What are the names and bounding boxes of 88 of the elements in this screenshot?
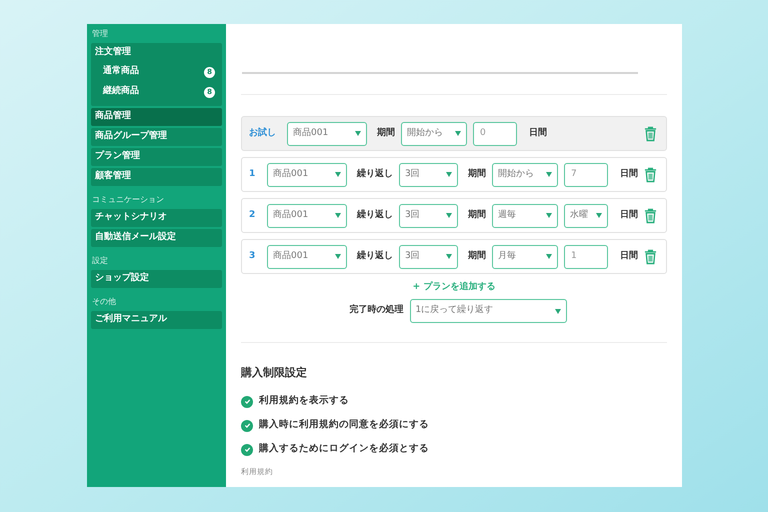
sidebar-item[interactable]: 商品グループ管理 — [91, 128, 222, 146]
plan-number: お試し — [249, 126, 277, 140]
input-field[interactable]: 7 — [564, 162, 608, 186]
plan-number: 1 — [249, 168, 256, 181]
sidebar-item[interactable]: ご利用マニュアル — [91, 311, 222, 329]
trash-icon[interactable] — [644, 126, 657, 142]
trash-icon[interactable] — [644, 166, 657, 182]
field-label: 日間 — [620, 168, 638, 181]
select-value: 商品001 — [273, 250, 308, 263]
section-heading: 購入制限設定 — [241, 365, 308, 381]
field-label: 日間 — [529, 126, 547, 140]
caret-icon — [446, 213, 452, 218]
select-field[interactable]: 3回 — [399, 204, 458, 228]
sidebar-item[interactable]: チャットシナリオ — [91, 209, 222, 227]
field-label: 期間 — [468, 208, 486, 222]
select-field[interactable]: 商品001 — [267, 162, 347, 186]
field-label: 完了時の処理 — [350, 304, 404, 318]
select-field[interactable]: 開始から — [492, 162, 558, 186]
trash-icon[interactable] — [644, 208, 657, 224]
check-icon — [244, 446, 250, 453]
field-label: 日間 — [620, 208, 638, 222]
caret-icon — [335, 172, 341, 177]
plan-number: 2 — [249, 208, 256, 222]
select-value: 商品001 — [273, 208, 308, 222]
plan-number: 3 — [249, 250, 256, 263]
select-value: 1に戻って繰り返す — [416, 304, 494, 318]
caret-icon — [546, 172, 552, 177]
sidebar-item[interactable]: 顧客管理 — [91, 168, 222, 186]
sidebar-item[interactable]: 商品管理 — [91, 108, 222, 126]
select-value: 月毎 — [498, 250, 516, 263]
field-label: 日間 — [620, 250, 638, 263]
sidebar-subitem-label: 継続商品 — [103, 85, 139, 98]
sidebar-item[interactable]: 自動送信メール設定 — [91, 229, 222, 247]
select-value: 3回 — [405, 250, 420, 263]
select-value: 商品001 — [293, 126, 328, 140]
select-value: 水曜 — [570, 208, 588, 222]
select-field[interactable]: 週毎 — [492, 204, 558, 228]
select-field[interactable]: 商品001 — [287, 122, 367, 146]
sidebar-subitem-label: 通常商品 — [103, 65, 139, 78]
sidebar-item[interactable]: ショップ設定 — [91, 270, 222, 288]
caret-icon — [335, 213, 341, 218]
caret-icon — [446, 172, 452, 177]
input-field[interactable]: 0 — [473, 122, 517, 146]
field-label: 繰り返し — [357, 168, 393, 181]
checkbox[interactable] — [241, 420, 253, 432]
select-field[interactable]: 商品001 — [267, 244, 347, 268]
select-field[interactable]: 3回 — [399, 162, 458, 186]
caret-icon — [554, 308, 560, 314]
section-label: コミュニケーション — [91, 195, 165, 205]
caret-icon — [355, 131, 361, 136]
sidebar-item[interactable]: プラン管理 — [91, 148, 222, 166]
caret-icon — [455, 131, 461, 136]
section-label: その他 — [91, 297, 117, 307]
caret-icon — [335, 254, 341, 259]
add-plan-link[interactable]: + プランを追加する — [412, 280, 496, 296]
completion-select[interactable]: 1に戻って繰り返す — [410, 299, 566, 323]
trash-icon[interactable] — [644, 248, 657, 264]
checkbox[interactable] — [241, 444, 253, 456]
field-label: 繰り返し — [357, 250, 393, 263]
select-value: 商品001 — [273, 168, 308, 181]
input-field[interactable]: 1 — [564, 244, 608, 268]
checkbox[interactable] — [241, 396, 253, 408]
select-field[interactable]: 水曜 — [564, 204, 608, 228]
field-label: 期間 — [377, 126, 395, 140]
sidebar-item[interactable]: 注文管理 — [91, 43, 222, 62]
check-icon — [244, 398, 250, 405]
select-value: 開始から — [498, 168, 534, 181]
checkbox-label: 購入するためにログインを必須とする — [259, 442, 429, 456]
check-icon — [244, 422, 250, 429]
select-field[interactable]: 開始から — [401, 122, 467, 146]
select-value: 3回 — [405, 208, 420, 222]
field-label: 期間 — [468, 250, 486, 263]
select-value: 開始から — [407, 126, 443, 140]
field-label: 繰り返し — [357, 208, 393, 222]
caret-icon — [546, 213, 552, 218]
caret-icon — [546, 254, 552, 259]
field-label: 期間 — [468, 168, 486, 181]
select-value: 3回 — [405, 168, 420, 181]
checkbox-label: 購入時に利用規約の同意を必須にする — [259, 418, 429, 432]
section-label: 管理 — [91, 29, 109, 39]
checkbox-label: 利用規約を表示する — [259, 394, 349, 408]
select-field[interactable]: 商品001 — [267, 204, 347, 228]
select-field[interactable]: 3回 — [399, 244, 458, 268]
select-field[interactable]: 月毎 — [492, 244, 558, 268]
section-label: 設定 — [91, 256, 109, 266]
caret-icon — [446, 254, 452, 259]
select-value: 週毎 — [498, 208, 516, 222]
caret-icon — [596, 213, 602, 218]
